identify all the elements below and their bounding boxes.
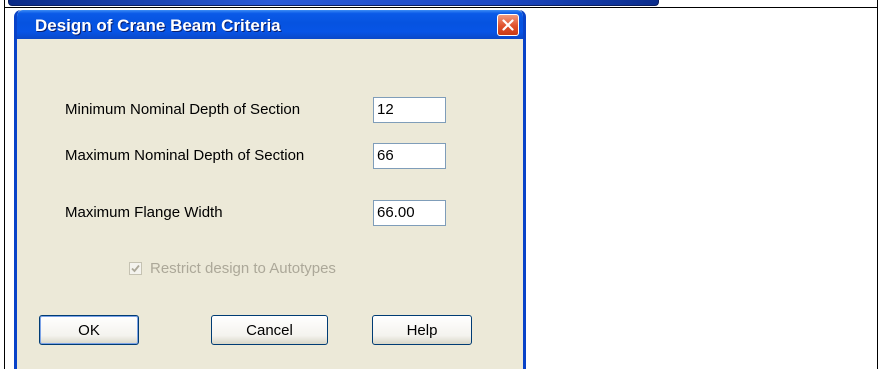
max-depth-label: Maximum Nominal Depth of Section <box>65 147 305 164</box>
max-depth-input[interactable]: 66 <box>373 143 446 169</box>
restrict-autotypes-option: Restrict design to Autotypes <box>129 260 336 277</box>
dialog-title: Design of Crane Beam Criteria <box>35 16 281 35</box>
min-depth-input[interactable]: 12 <box>373 97 446 123</box>
ok-button[interactable]: OK <box>39 315 139 345</box>
frame-border-left <box>4 0 5 369</box>
cancel-button[interactable]: Cancel <box>211 315 328 345</box>
max-flange-width-label: Maximum Flange Width <box>65 204 223 221</box>
frame-border-top <box>4 7 878 8</box>
dialog-content: Minimum Nominal Depth of Section 12 Maxi… <box>17 39 523 369</box>
max-flange-width-input[interactable]: 66.00 <box>373 200 446 226</box>
restrict-autotypes-checkbox[interactable] <box>129 262 142 275</box>
checkmark-icon <box>131 264 140 273</box>
background-window-edge <box>8 0 659 6</box>
restrict-autotypes-label: Restrict design to Autotypes <box>150 260 336 277</box>
close-button[interactable] <box>497 14 519 36</box>
dialog-titlebar[interactable]: Design of Crane Beam Criteria <box>17 10 523 39</box>
screenshot-page: Design of Crane Beam Criteria Minimum No… <box>0 0 878 369</box>
help-button[interactable]: Help <box>372 315 472 345</box>
min-depth-label: Minimum Nominal Depth of Section <box>65 101 301 118</box>
close-icon <box>502 19 514 31</box>
crane-beam-criteria-dialog: Design of Crane Beam Criteria Minimum No… <box>14 10 526 369</box>
